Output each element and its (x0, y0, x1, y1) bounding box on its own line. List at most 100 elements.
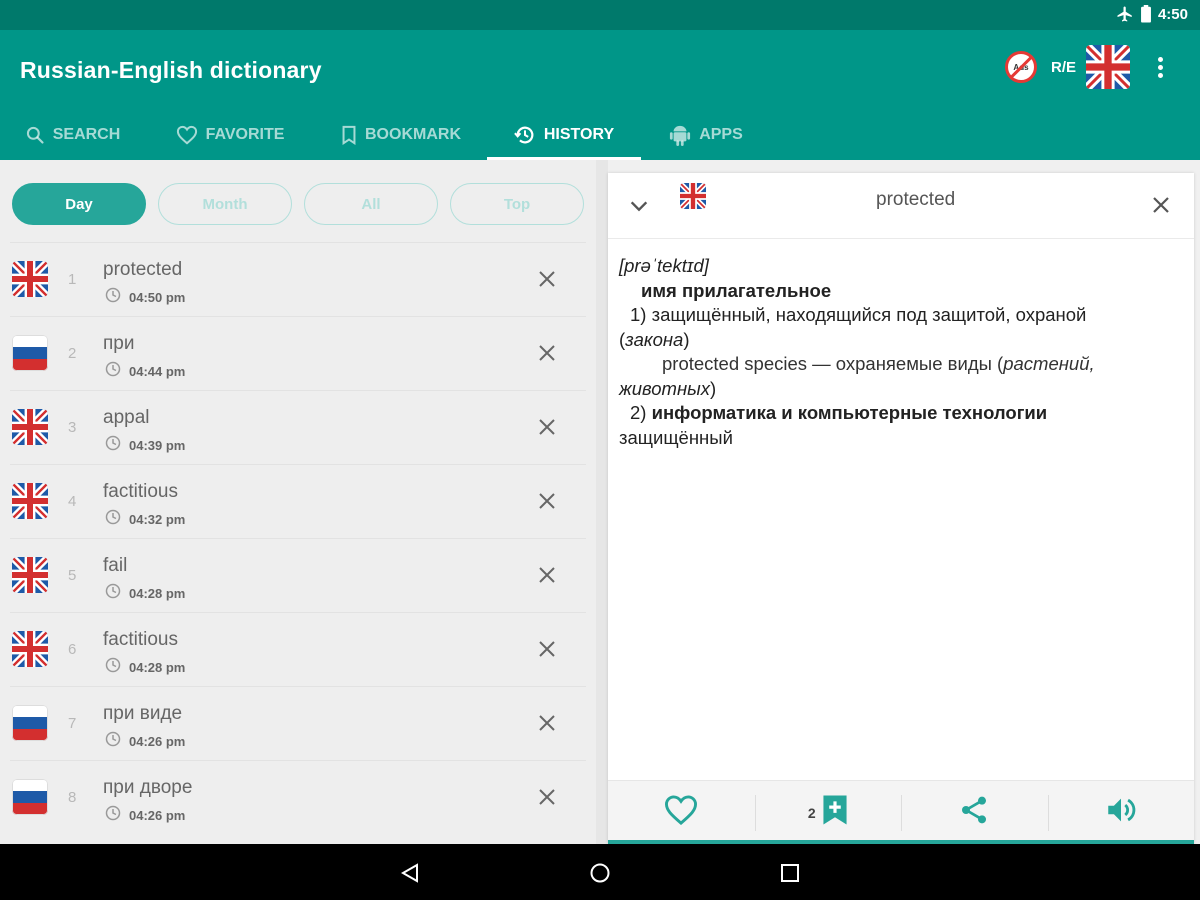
uk-flag-icon[interactable] (1086, 45, 1130, 89)
detail-word: protected (876, 189, 956, 210)
clock-icon (105, 731, 121, 752)
part-of-speech: имя прилагательное (641, 279, 832, 301)
tab-bar: SEARCH FAVORITE BOOKMARK HISTORY APPS (0, 110, 771, 160)
ru-flag-icon (12, 705, 48, 741)
share-icon (958, 793, 990, 832)
history-row[interactable]: 6 factitious 04:28 pm (10, 612, 586, 686)
row-index: 6 (68, 641, 77, 658)
history-word: factitious (103, 481, 178, 502)
share-button[interactable] (901, 781, 1048, 844)
close-icon[interactable] (1151, 195, 1171, 220)
heart-icon (663, 794, 699, 831)
row-index: 4 (68, 493, 77, 510)
tab-search[interactable]: SEARCH (0, 110, 145, 160)
history-row[interactable]: 5 fail 04:28 pm (10, 538, 586, 612)
uk-flag-icon (12, 557, 48, 593)
remove-icon[interactable] (537, 713, 557, 733)
no-ads-label: Ads (1013, 62, 1029, 72)
status-bar: 4:50 (0, 0, 1200, 30)
uk-flag-icon (680, 183, 706, 209)
remove-icon[interactable] (537, 269, 557, 289)
bookmark-icon (341, 125, 357, 145)
history-row[interactable]: 2 при 04:44 pm (10, 316, 586, 390)
row-index: 2 (68, 345, 77, 362)
tab-label: HISTORY (543, 126, 615, 143)
history-icon (514, 124, 536, 146)
search-icon (25, 125, 45, 145)
tab-label: BOOKMARK (365, 126, 461, 143)
overflow-menu-icon[interactable] (1148, 53, 1172, 81)
filter-all-button[interactable]: All (304, 183, 438, 225)
remove-icon[interactable] (537, 565, 557, 585)
history-row[interactable]: 8 при дворе 04:26 pm (10, 760, 586, 834)
detail-action-bar: 2 (608, 780, 1194, 844)
clock-icon (105, 361, 121, 382)
battery-icon (1140, 5, 1152, 23)
filter-top-button[interactable]: Top (450, 183, 584, 225)
history-pane: Day Month All Top 1 protected 04:50 pm 2 при… (0, 160, 596, 844)
filter-day-button[interactable]: Day (12, 183, 146, 225)
ru-flag-icon (12, 779, 48, 815)
time-row: 04:26 pm (105, 731, 185, 752)
dictionary-entry: [prəˈtektɪd] имя прилагательное 1) защищ… (619, 254, 1185, 450)
clock-icon (105, 287, 121, 308)
speaker-icon (1104, 793, 1138, 832)
history-row[interactable]: 1 protected 04:50 pm (10, 242, 586, 316)
android-icon (669, 123, 691, 147)
tab-label: APPS (699, 126, 743, 143)
time-row: 04:28 pm (105, 657, 185, 678)
history-word: appal (103, 407, 150, 428)
bookmark-add-icon (822, 794, 848, 831)
history-word: protected (103, 259, 183, 280)
row-index: 5 (68, 567, 77, 584)
chevron-down-icon[interactable] (628, 195, 650, 222)
history-row[interactable]: 4 factitious 04:32 pm (10, 464, 586, 538)
clock-icon (105, 435, 121, 456)
history-time: 04:26 pm (129, 808, 186, 823)
pronounce-button[interactable] (1047, 781, 1195, 844)
row-index: 1 (68, 271, 77, 288)
history-row[interactable]: 7 при виде 04:26 pm (10, 686, 586, 760)
clock-time: 4:50 (1157, 5, 1188, 23)
time-row: 04:26 pm (105, 805, 185, 826)
detail-header: protected (608, 173, 1194, 239)
remove-icon[interactable] (537, 417, 557, 437)
row-index: 7 (68, 715, 77, 732)
recents-icon[interactable] (780, 862, 800, 889)
history-list: 1 protected 04:50 pm 2 при 04:44 pm 3 appal 04:3… (10, 242, 586, 834)
ru-flag-icon (12, 335, 48, 371)
tab-apps[interactable]: APPS (641, 110, 771, 160)
remove-icon[interactable] (537, 491, 557, 511)
remove-icon[interactable] (537, 787, 557, 807)
back-icon[interactable] (399, 862, 421, 889)
tab-bookmark[interactable]: BOOKMARK (315, 110, 487, 160)
bookmark-button[interactable]: 2 (754, 781, 902, 844)
app-title: Russian-English dictionary (20, 57, 322, 83)
favorite-button[interactable] (608, 781, 755, 844)
remove-icon[interactable] (537, 639, 557, 659)
history-word: factitious (103, 629, 178, 650)
history-time: 04:50 pm (129, 290, 186, 305)
tab-favorite[interactable]: FAVORITE (145, 110, 315, 160)
history-row[interactable]: 3 appal 04:39 pm (10, 390, 586, 464)
history-word: при (103, 333, 135, 354)
time-row: 04:44 pm (105, 361, 185, 382)
tab-history[interactable]: HISTORY (487, 110, 641, 160)
direction-toggle[interactable]: R/E (1051, 59, 1076, 76)
transcription: [prəˈtektɪd] (619, 255, 709, 276)
home-icon[interactable] (589, 862, 611, 889)
filter-month-button[interactable]: Month (158, 183, 292, 225)
heart-icon (176, 125, 198, 145)
uk-flag-icon (12, 261, 48, 297)
word-detail-card: protected [prəˈtektɪd] имя прилагательно… (608, 173, 1194, 844)
no-ads-button[interactable]: Ads (1004, 51, 1037, 83)
row-index: 3 (68, 419, 77, 436)
clock-icon (105, 509, 121, 530)
toolbar-actions: Ads R/E (1004, 45, 1172, 89)
remove-icon[interactable] (537, 343, 557, 363)
sense-2: 2) информатика и компьютерные технологии (630, 402, 1048, 423)
clock-icon (105, 657, 121, 678)
history-time: 04:39 pm (129, 438, 186, 453)
tab-label: SEARCH (52, 126, 121, 143)
pane-divider[interactable] (596, 160, 608, 844)
